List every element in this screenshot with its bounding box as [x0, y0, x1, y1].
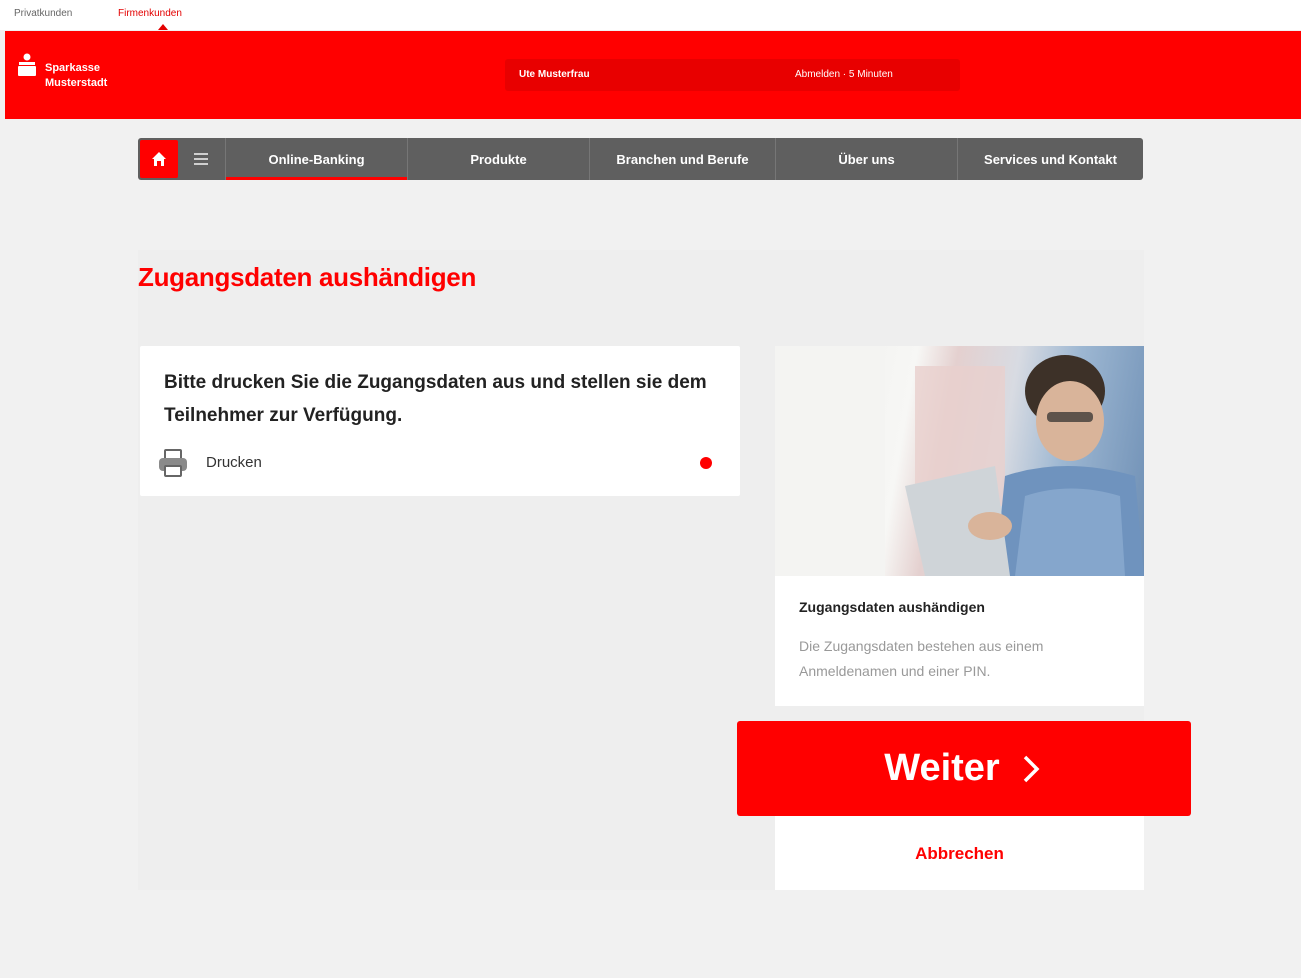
nav-services-kontakt[interactable]: Services und Kontakt [957, 138, 1143, 180]
instruction-card: Bitte drucken Sie die Zugangsdaten aus u… [140, 346, 740, 496]
main-navigation: Online-Banking Produkte Branchen und Ber… [138, 138, 1143, 180]
info-card-title: Zugangsdaten aushändigen [799, 599, 985, 615]
nav-ueber-uns[interactable]: Über uns [775, 138, 957, 180]
cancel-area: Abbrechen [775, 816, 1144, 890]
segment-business-link[interactable]: Firmenkunden [118, 8, 182, 19]
weiter-button[interactable]: Weiter [737, 721, 1191, 816]
logout-session-timer[interactable]: Abmelden · 5 Minuten [795, 69, 893, 80]
grid-menu-icon [194, 153, 208, 165]
user-session-bar: Ute Musterfrau Abmelden · 5 Minuten [505, 59, 960, 91]
bank-name-line1: Sparkasse [45, 62, 101, 74]
menu-button[interactable] [182, 140, 220, 178]
segment-bar: Privatkunden Firmenkunden [0, 0, 1301, 30]
abbrechen-link[interactable]: Abbrechen [775, 844, 1144, 864]
active-segment-indicator [158, 24, 168, 30]
chevron-right-icon [1023, 755, 1040, 782]
home-icon [152, 152, 166, 166]
segment-private-link[interactable]: Privatkunden [14, 8, 72, 19]
teaser-photo [775, 346, 1144, 576]
home-button[interactable] [140, 140, 178, 178]
bank-name-line2: Musterstadt [45, 77, 108, 89]
nav-online-banking[interactable]: Online-Banking [225, 138, 407, 180]
info-card-description: Die Zugangsdaten bestehen aus einem Anme… [799, 638, 1044, 679]
printer-icon[interactable] [156, 446, 190, 480]
user-name[interactable]: Ute Musterfrau [519, 69, 590, 80]
nav-produkte[interactable]: Produkte [407, 138, 589, 180]
info-card: Zugangsdaten aushändigen Die Zugangsdate… [775, 346, 1144, 706]
print-link[interactable]: Drucken [206, 454, 262, 471]
required-status-dot [700, 457, 712, 469]
weiter-button-label: Weiter [884, 747, 1000, 789]
instruction-text: Bitte drucken Sie die Zugangsdaten aus u… [164, 372, 707, 426]
page-title: Zugangsdaten aushändigen [138, 262, 477, 292]
man-at-laptop-image [775, 346, 1144, 576]
sparkasse-logo-icon[interactable] [17, 53, 37, 77]
site-header: Sparkasse Musterstadt Ute Musterfrau Abm… [5, 31, 1301, 119]
nav-branchen-berufe[interactable]: Branchen und Berufe [589, 138, 775, 180]
bank-name[interactable]: Sparkasse Musterstadt [45, 61, 107, 91]
